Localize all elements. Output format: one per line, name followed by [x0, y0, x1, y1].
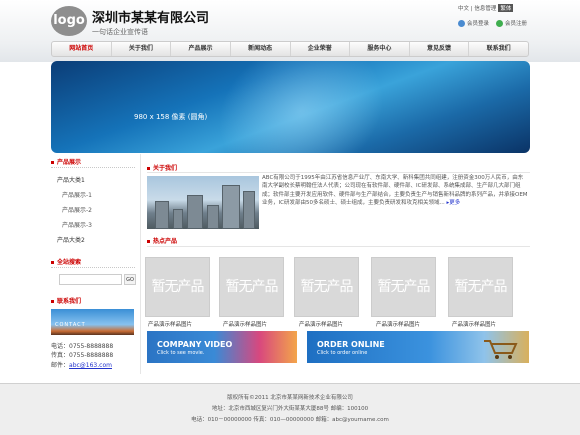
building-shape — [187, 195, 203, 229]
user-icon — [458, 20, 465, 27]
building-shape — [173, 209, 183, 229]
sidebar-item-category-1[interactable]: 产品大类1 — [57, 175, 85, 184]
about-building-image — [147, 176, 259, 229]
sidebar-contact-title: 联系我们 — [51, 296, 81, 305]
product-caption-2[interactable]: 产品演示样品图片 — [223, 320, 267, 328]
hot-products-title-text: 热点产品 — [153, 238, 178, 245]
sidebar-search-title-text: 全站搜索 — [57, 259, 82, 266]
bullet-icon — [51, 261, 54, 264]
sidebar-item-product-1[interactable]: 产品展示-1 — [62, 190, 92, 199]
footer-copyright: 版权所有©2011 北京市某某网新技术企业有限公司 — [227, 395, 353, 401]
more-label[interactable]: 更多 — [449, 200, 460, 206]
search-go-button[interactable]: GO — [124, 274, 136, 285]
email-label: 邮件： — [51, 362, 70, 369]
language-links[interactable]: 中文 | 信息管理 繁体 — [458, 4, 514, 12]
contact-email: 邮件：abc@163.com — [51, 360, 112, 369]
shopping-cart-icon — [484, 340, 518, 359]
building-shape — [207, 205, 219, 229]
footer-address: 地址：北京市西城区复兴门外大街某某大厦88号 邮编：100100 — [211, 406, 369, 412]
bullet-icon — [147, 240, 150, 243]
footer-contact: 电话：010－00000000 传真：010—00000000 邮箱：abc@y… — [191, 417, 389, 423]
no-product-placeholder: 暂无产品 — [300, 279, 354, 295]
nav-item-about[interactable]: 关于我们 — [112, 42, 172, 56]
product-card-2[interactable]: 暂无产品 — [219, 257, 284, 317]
nav-item-home[interactable]: 网站首页 — [52, 42, 112, 56]
main-nav: 网站首页 关于我们 产品展示 新闻动态 企业荣誉 服务中心 意见反馈 联系我们 — [51, 41, 529, 57]
nav-item-products[interactable]: 产品展示 — [171, 42, 231, 56]
sidebar-contact-title-text: 联系我们 — [57, 298, 82, 305]
nav-item-honors[interactable]: 企业荣誉 — [291, 42, 351, 56]
about-more-link[interactable]: ▸更多 — [446, 200, 460, 206]
promo-subtitle: Click to see movie. — [157, 350, 205, 356]
divider — [147, 246, 530, 247]
promo-title: COMPANY VIDEO — [157, 340, 233, 349]
column-separator — [140, 154, 141, 374]
hero-banner[interactable]: 980 x 158 像素 (圆角) — [51, 61, 530, 153]
register-icon — [496, 20, 503, 27]
contact-image-label: CONTACT — [55, 322, 86, 328]
member-register-link[interactable]: 会员注册 — [496, 19, 527, 27]
sidebar-products-title-text: 产品展示 — [57, 159, 82, 166]
contact-phone: 电话：0755-8888888 — [51, 343, 114, 350]
hot-products-title: 热点产品 — [147, 236, 177, 245]
contact-image: CONTACT — [51, 309, 134, 335]
about-text: ABC有限公司于1995年由江苏省信息产业厅、东南大学、新科集团共同组建，注册资… — [262, 174, 528, 207]
nav-item-news[interactable]: 新闻动态 — [231, 42, 291, 56]
promo-subtitle: Click to order online — [317, 350, 368, 356]
footer: 版权所有©2011 北京市某某网新技术企业有限公司 地址：北京市西城区复兴门外大… — [0, 383, 580, 435]
bullet-icon — [51, 300, 54, 303]
product-card-3[interactable]: 暂无产品 — [294, 257, 359, 317]
company-video-banner[interactable]: COMPANY VIDEO Click to see movie. — [147, 331, 297, 363]
promo-title: ORDER ONLINE — [317, 340, 385, 349]
building-shape — [155, 201, 169, 229]
no-product-placeholder: 暂无产品 — [151, 279, 205, 295]
about-title-text: 关于我们 — [153, 165, 178, 172]
product-caption-4[interactable]: 产品演示样品图片 — [376, 320, 420, 328]
logo[interactable]: logo — [51, 6, 87, 36]
company-name: 深圳市某某有限公司 — [92, 11, 210, 26]
email-link[interactable]: abc@163.com — [69, 362, 112, 369]
product-card-4[interactable]: 暂无产品 — [371, 257, 436, 317]
product-caption-5[interactable]: 产品演示样品图片 — [452, 320, 496, 328]
slogan: 一句话企业宣传语 — [92, 28, 148, 36]
sidebar-products-title: 产品展示 — [51, 157, 81, 166]
register-label[interactable]: 会员注册 — [505, 21, 527, 27]
nav-item-feedback[interactable]: 意见反馈 — [410, 42, 470, 56]
product-caption-1[interactable]: 产品演示样品图片 — [148, 320, 192, 328]
banner-size-label: 980 x 158 像素 (圆角) — [134, 113, 208, 121]
no-product-placeholder: 暂无产品 — [454, 279, 508, 295]
nav-item-service[interactable]: 服务中心 — [350, 42, 410, 56]
product-card-1[interactable]: 暂无产品 — [145, 257, 210, 317]
sidebar-item-category-2[interactable]: 产品大类2 — [57, 235, 85, 244]
building-shape — [222, 185, 240, 229]
about-section-title: 关于我们 — [147, 163, 177, 172]
site-search-input[interactable] — [59, 274, 122, 285]
sidebar-item-product-2[interactable]: 产品展示-2 — [62, 205, 92, 214]
bullet-icon — [51, 161, 54, 164]
sidebar-search-title: 全站搜索 — [51, 257, 81, 266]
no-product-placeholder: 暂无产品 — [377, 279, 431, 295]
divider — [147, 172, 530, 173]
divider — [51, 267, 135, 268]
no-product-placeholder: 暂无产品 — [225, 279, 279, 295]
sidebar-item-product-3[interactable]: 产品展示-3 — [62, 220, 92, 229]
building-shape — [243, 191, 255, 229]
nav-item-contact[interactable]: 联系我们 — [469, 42, 528, 56]
contact-fax: 传真：0755-8888888 — [51, 352, 114, 359]
login-label[interactable]: 会员登录 — [467, 21, 489, 27]
lang-links-text[interactable]: 中文 | 信息管理 — [458, 6, 496, 12]
product-caption-3[interactable]: 产品演示样品图片 — [299, 320, 343, 328]
product-card-5[interactable]: 暂无产品 — [448, 257, 513, 317]
member-login-link[interactable]: 会员登录 — [458, 19, 489, 27]
order-online-banner[interactable]: ORDER ONLINE Click to order online — [307, 331, 529, 363]
bullet-icon — [147, 167, 150, 170]
divider — [51, 167, 135, 168]
traditional-chinese-button[interactable]: 繁体 — [498, 4, 514, 12]
banner-light-streak — [176, 61, 426, 153]
about-paragraph: ABC有限公司于1995年由江苏省信息产业厅、东南大学、新科集团共同组建，注册资… — [262, 175, 528, 206]
